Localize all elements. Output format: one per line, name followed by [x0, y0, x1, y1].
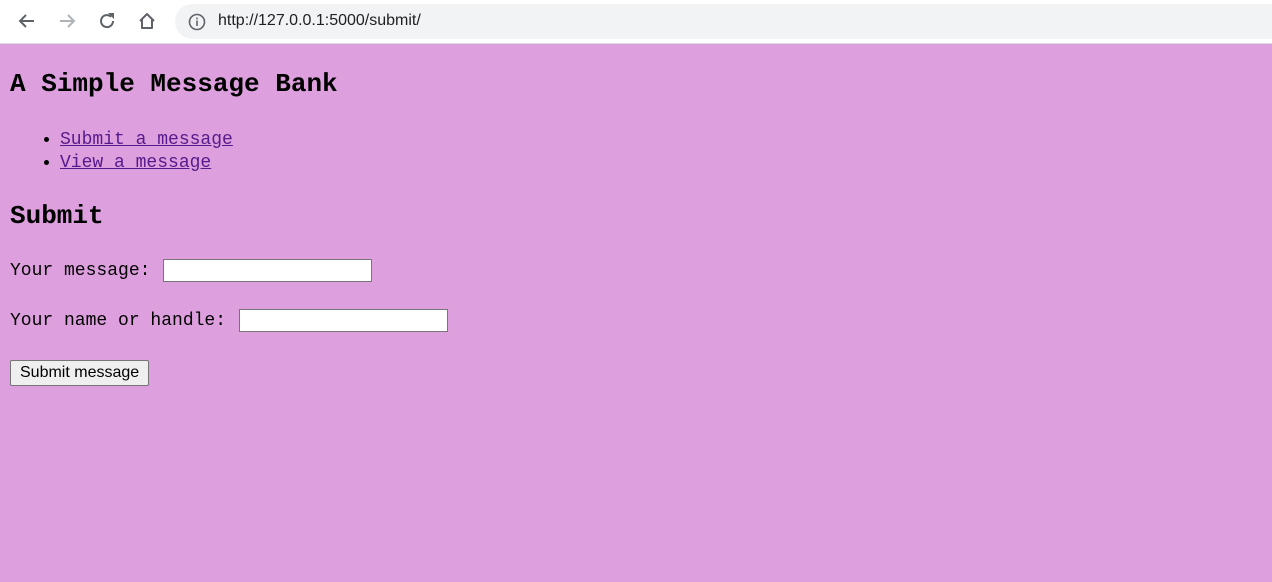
reload-button[interactable] — [92, 6, 122, 36]
submit-message-button[interactable]: Submit message — [10, 360, 150, 386]
list-item: Submit a message — [60, 129, 233, 152]
info-icon[interactable] — [188, 13, 206, 31]
nav-links: Submit a message View a message — [10, 129, 233, 175]
message-label: Your message: — [10, 260, 151, 281]
address-bar[interactable]: http://127.0.0.1:5000/submit/ — [175, 4, 1272, 39]
list-item: View a message — [60, 152, 233, 175]
reload-icon — [100, 13, 115, 29]
page-title: A Simple Message Bank — [10, 69, 338, 99]
forward-button[interactable] — [52, 6, 82, 36]
arrow-left-icon — [18, 14, 34, 28]
name-label: Your name or handle: — [10, 310, 227, 331]
browser-toolbar: http://127.0.0.1:5000/submit/ — [0, 0, 1272, 44]
back-button[interactable] — [12, 6, 42, 36]
message-row: Your message: — [10, 259, 373, 282]
url-text[interactable]: http://127.0.0.1:5000/submit/ — [218, 12, 421, 30]
home-button[interactable] — [132, 6, 162, 36]
arrow-right-icon — [60, 14, 76, 28]
home-icon — [139, 13, 155, 29]
message-input[interactable] — [163, 259, 373, 282]
submit-message-link[interactable]: Submit a message — [60, 130, 233, 150]
name-row: Your name or handle: — [10, 309, 449, 332]
view-message-link[interactable]: View a message — [60, 153, 211, 173]
page-content: A Simple Message Bank Submit a message V… — [0, 45, 1272, 582]
section-heading: Submit — [10, 201, 104, 231]
name-input[interactable] — [239, 309, 449, 332]
